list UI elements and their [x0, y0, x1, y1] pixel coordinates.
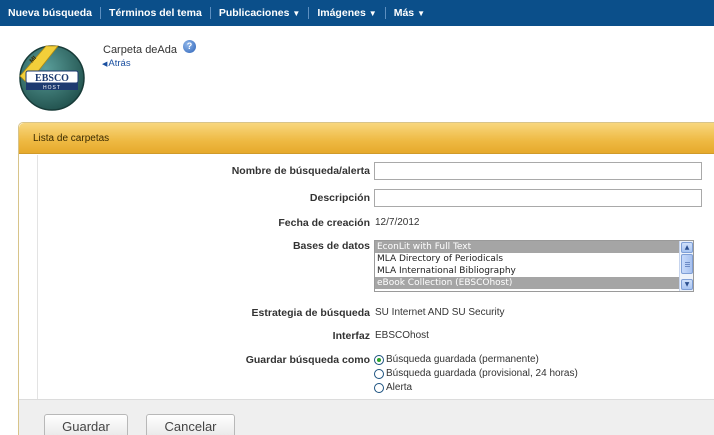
- chevron-down-icon: ▼: [292, 8, 301, 18]
- interface-value: EBSCOhost: [375, 330, 429, 341]
- top-nav-bar: Nueva búsqueda Términos del tema Publica…: [0, 0, 714, 26]
- logo-text: EBSCO: [35, 73, 69, 84]
- radio-button[interactable]: [374, 382, 384, 393]
- grip-line: [685, 264, 690, 265]
- description-label: Descripción: [309, 192, 370, 204]
- save-as-permanent-label: Búsqueda guardada (permanente): [386, 354, 539, 365]
- my-ebscohost-logo: MI EBSCO HOST: [19, 45, 85, 111]
- panel-header: Lista de carpetas: [19, 123, 714, 154]
- logo-subtext: HOST: [43, 85, 61, 91]
- grip-line: [685, 262, 690, 263]
- scroll-up-icon[interactable]: ▲: [681, 242, 693, 253]
- interface-row: Interfaz EBSCOhost: [38, 330, 714, 342]
- back-arrow-icon: ◀: [102, 61, 108, 68]
- strategy-value: SU Internet AND SU Security: [375, 307, 505, 318]
- save-as-alert[interactable]: Alerta: [374, 382, 578, 393]
- database-option[interactable]: MLA International Bibliography: [375, 265, 680, 277]
- nav-publications-label: Publicaciones: [218, 7, 290, 19]
- listbox-scrollbar[interactable]: ▲ ▼: [679, 241, 693, 291]
- name-label: Nombre de búsqueda/alerta: [231, 165, 370, 177]
- folder-title-text: Carpeta deAda: [103, 44, 177, 56]
- save-as-temporary-label: Búsqueda guardada (provisional, 24 horas…: [386, 368, 578, 379]
- chevron-down-icon: ▼: [368, 8, 377, 18]
- save-as-alert-label: Alerta: [386, 382, 413, 393]
- grip-line: [685, 266, 690, 267]
- nav-subject-terms-label: Términos del tema: [109, 7, 202, 19]
- databases-label: Bases de datos: [292, 240, 370, 252]
- nav-more[interactable]: Más ▼: [386, 7, 433, 19]
- scroll-down-icon[interactable]: ▼: [681, 279, 693, 290]
- radio-button[interactable]: [374, 354, 384, 365]
- save-as-permanent[interactable]: Búsqueda guardada (permanente): [374, 354, 578, 365]
- created-row: Fecha de creación 12/7/2012: [38, 217, 714, 229]
- save-as-radio-group: Búsqueda guardada (permanente) Búsqueda …: [374, 352, 578, 393]
- nav-images[interactable]: Imágenes ▼: [309, 7, 384, 19]
- interface-label: Interfaz: [332, 330, 370, 342]
- nav-publications[interactable]: Publicaciones ▼: [211, 7, 309, 19]
- database-option[interactable]: EconLit with Full Text: [375, 241, 680, 253]
- nav-subject-terms[interactable]: Términos del tema: [101, 7, 210, 19]
- search-name-input[interactable]: [374, 162, 702, 180]
- database-option[interactable]: eBook Collection (EBSCOhost): [375, 277, 680, 289]
- scroll-thumb[interactable]: [681, 254, 693, 274]
- help-icon[interactable]: ?: [183, 39, 196, 53]
- description-input[interactable]: [374, 189, 702, 207]
- databases-row: Bases de datos EconLit with Full Text ML…: [38, 240, 714, 292]
- save-as-label: Guardar búsqueda como: [245, 354, 370, 366]
- strategy-row: Estrategia de búsqueda SU Internet AND S…: [38, 307, 714, 319]
- database-option[interactable]: MLA Directory of Periodicals: [375, 253, 680, 265]
- panel-footer: Guardar Cancelar: [19, 399, 714, 435]
- created-value: 12/7/2012: [375, 217, 420, 228]
- folder-title: Carpeta deAda ?: [103, 39, 196, 56]
- created-label: Fecha de creación: [278, 217, 370, 229]
- description-row: Descripción: [38, 189, 714, 207]
- save-button[interactable]: Guardar: [44, 414, 128, 435]
- nav-images-label: Imágenes: [317, 7, 366, 19]
- save-as-row: Guardar búsqueda como Búsqueda guardada …: [38, 352, 714, 393]
- strategy-label: Estrategia de búsqueda: [251, 307, 370, 319]
- databases-listbox[interactable]: EconLit with Full Text MLA Directory of …: [374, 240, 694, 292]
- panel-body: Nombre de búsqueda/alerta Descripción Fe…: [37, 155, 714, 400]
- nav-more-label: Más: [393, 7, 415, 19]
- nav-new-search[interactable]: Nueva búsqueda: [6, 7, 100, 19]
- name-row: Nombre de búsqueda/alerta: [38, 162, 714, 180]
- back-link-label: Atrás: [108, 58, 131, 69]
- radio-button[interactable]: [374, 368, 384, 379]
- nav-new-search-label: Nueva búsqueda: [8, 7, 93, 19]
- folder-list-panel: Lista de carpetas Nombre de búsqueda/ale…: [18, 122, 714, 435]
- cancel-button[interactable]: Cancelar: [146, 414, 235, 435]
- save-as-temporary[interactable]: Búsqueda guardada (provisional, 24 horas…: [374, 368, 578, 379]
- back-link[interactable]: ◀Atrás: [102, 58, 131, 69]
- chevron-down-icon: ▼: [417, 8, 426, 18]
- panel-title: Lista de carpetas: [33, 133, 110, 144]
